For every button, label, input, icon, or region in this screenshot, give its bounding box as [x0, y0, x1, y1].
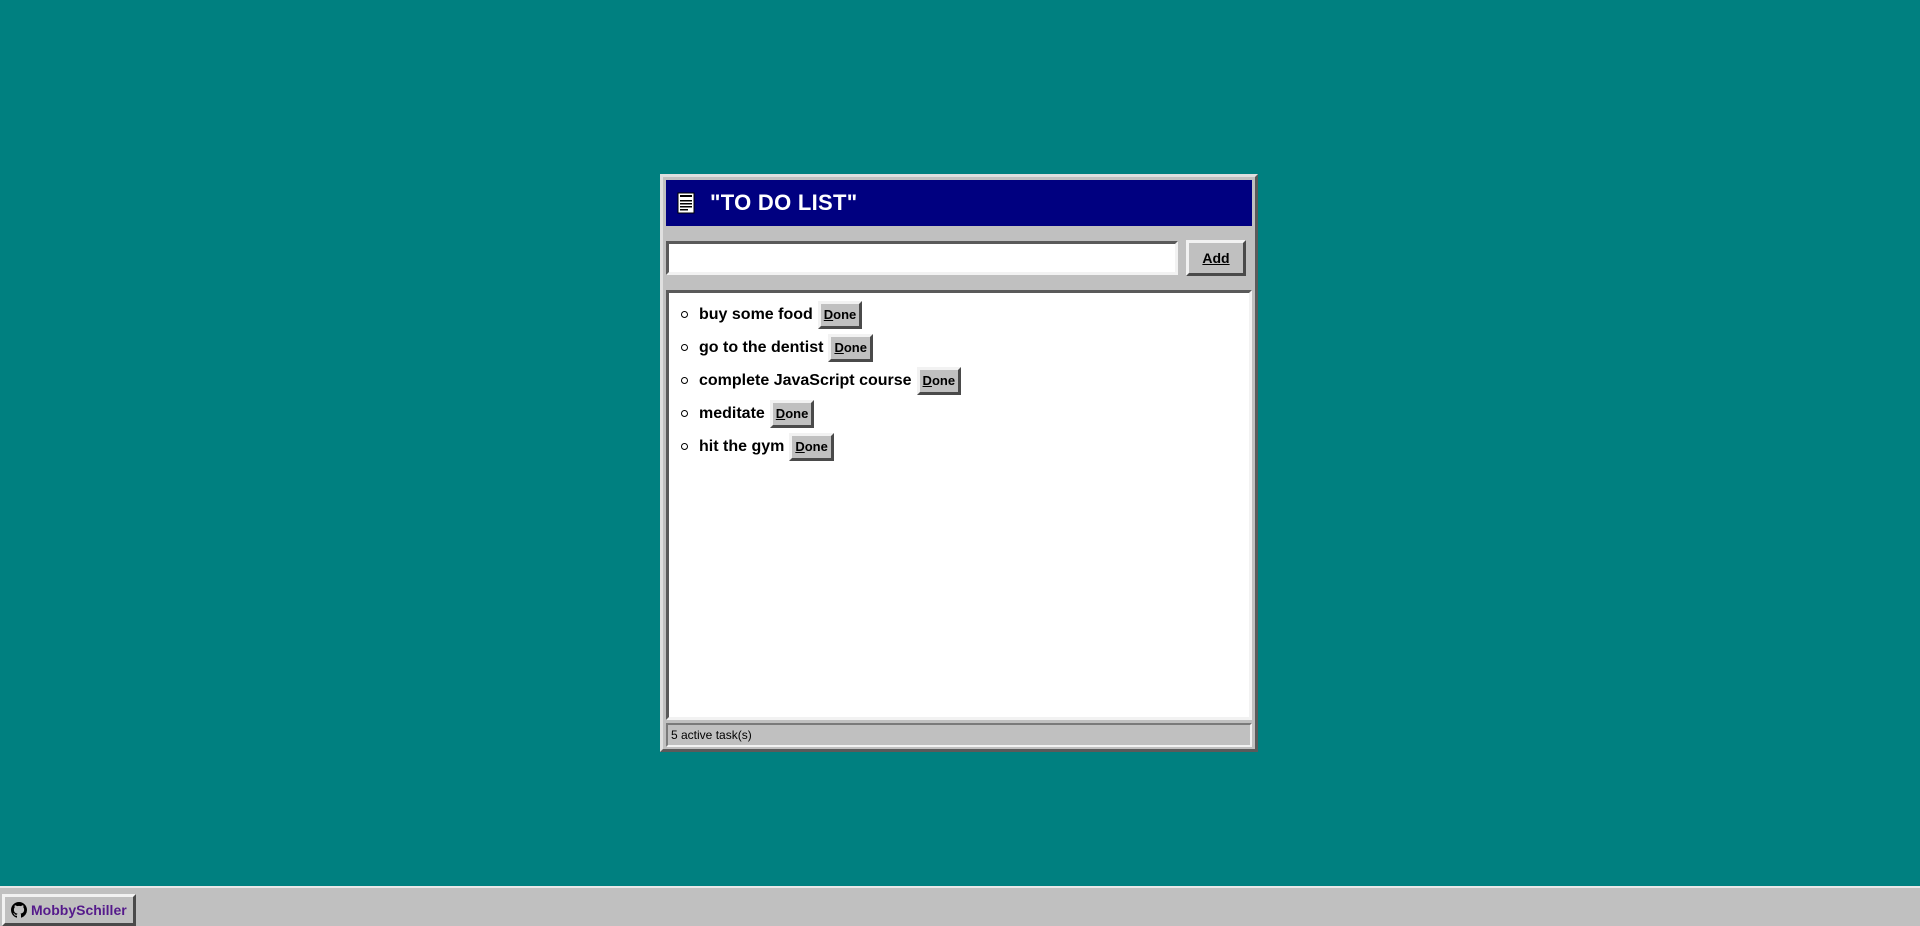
window-titlebar: "TO DO LIST"	[666, 180, 1252, 226]
todo-window: "TO DO LIST" Add buy some food Done go t…	[660, 174, 1258, 752]
new-task-row: Add	[666, 240, 1252, 276]
task-item: hit the gym Done	[681, 430, 1249, 463]
done-button[interactable]: Done	[789, 432, 834, 461]
taskbar: MobbySchiller	[0, 886, 1920, 926]
taskbar-label: MobbySchiller	[31, 902, 127, 918]
done-button[interactable]: Done	[916, 366, 962, 395]
active-task-count: 5 active task(s)	[671, 728, 752, 742]
task-item: complete JavaScript course Done	[681, 364, 1249, 397]
add-button-access-key: A	[1202, 250, 1213, 266]
status-bar: 5 active task(s)	[666, 723, 1252, 747]
task-label: meditate	[699, 404, 765, 422]
done-button-access-key: D	[922, 373, 932, 388]
task-label: hit the gym	[699, 437, 785, 455]
bullet-icon	[681, 410, 688, 417]
github-icon	[11, 902, 27, 918]
window-title: "TO DO LIST"	[710, 190, 858, 215]
task-label: buy some food	[699, 305, 813, 323]
done-button-label: one	[843, 340, 867, 355]
new-task-input[interactable]	[666, 241, 1178, 275]
notepad-icon	[676, 191, 696, 215]
bullet-icon	[681, 311, 688, 318]
bullet-icon	[681, 443, 688, 450]
done-button-label: one	[833, 307, 857, 322]
done-button-access-key: D	[834, 340, 844, 355]
task-label: complete JavaScript course	[699, 371, 912, 389]
task-list: buy some food Done go to the dentist Don…	[669, 298, 1249, 463]
done-button[interactable]: Done	[769, 399, 815, 428]
task-item: go to the dentist Done	[681, 331, 1249, 364]
done-button-label: one	[931, 373, 956, 388]
done-button[interactable]: Done	[828, 333, 873, 362]
add-button[interactable]: Add	[1186, 240, 1246, 276]
github-profile-link[interactable]: MobbySchiller	[2, 894, 136, 926]
task-list-panel: buy some food Done go to the dentist Don…	[666, 290, 1252, 720]
bullet-icon	[681, 344, 688, 351]
done-button-label: one	[804, 439, 828, 454]
task-item: buy some food Done	[681, 298, 1249, 331]
done-button[interactable]: Done	[817, 300, 863, 329]
done-button-access-key: D	[823, 307, 834, 322]
task-label: go to the dentist	[699, 338, 824, 356]
task-item: meditate Done	[681, 397, 1249, 430]
add-button-label: dd	[1212, 250, 1230, 266]
bullet-icon	[681, 377, 688, 384]
done-button-access-key: D	[775, 406, 786, 421]
done-button-access-key: D	[795, 439, 805, 454]
done-button-label: one	[785, 406, 809, 421]
